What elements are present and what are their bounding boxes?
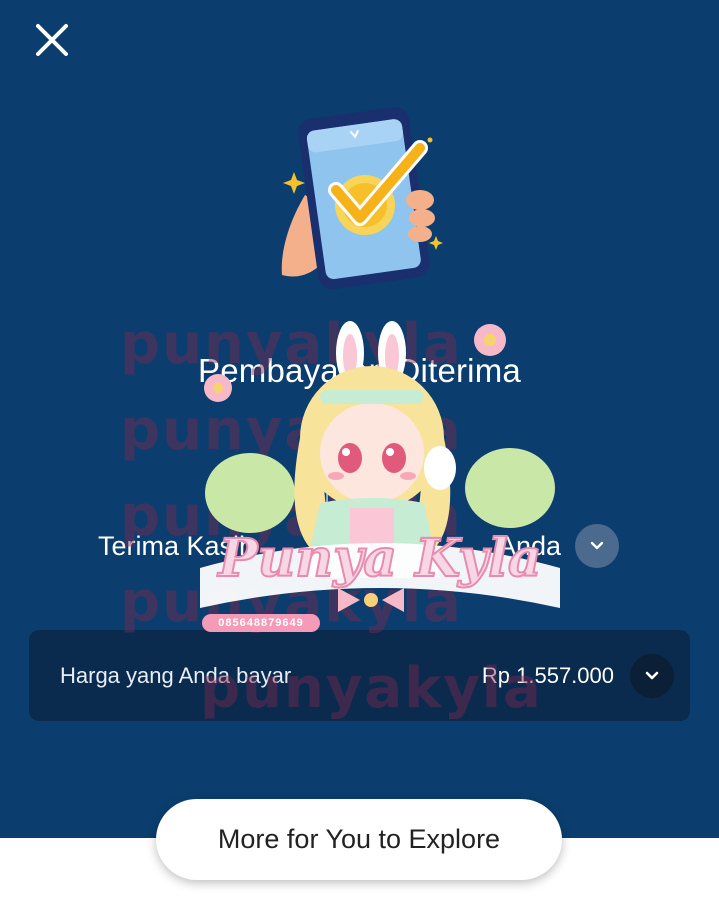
payment-success-illustration xyxy=(281,107,443,290)
receive-label: Terima Kasih xyxy=(98,530,255,561)
chevron-down-icon xyxy=(590,541,604,550)
payment-success-screen: Pembayaran Diterima Dengan Terima Kasih … xyxy=(0,0,719,838)
receive-suffix: Anda xyxy=(497,530,561,561)
receive-details-toggle[interactable]: Terima Kasih Anda xyxy=(98,524,619,568)
price-expand-button[interactable] xyxy=(630,653,674,698)
chevron-down-icon xyxy=(645,671,659,679)
explore-more-button[interactable]: More for You to Explore xyxy=(156,799,562,880)
close-icon xyxy=(36,24,68,56)
expand-button[interactable] xyxy=(575,524,619,568)
payment-status-subtitle: Dengan xyxy=(324,488,395,510)
price-value: Rp 1.557.000 xyxy=(481,662,614,688)
close-button[interactable] xyxy=(30,18,74,62)
price-label: Harga yang Anda bayar xyxy=(60,662,292,688)
payment-status-title: Pembayaran Diterima xyxy=(198,352,521,389)
price-paid-card[interactable]: Harga yang Anda bayar Rp 1.557.000 xyxy=(29,630,690,721)
